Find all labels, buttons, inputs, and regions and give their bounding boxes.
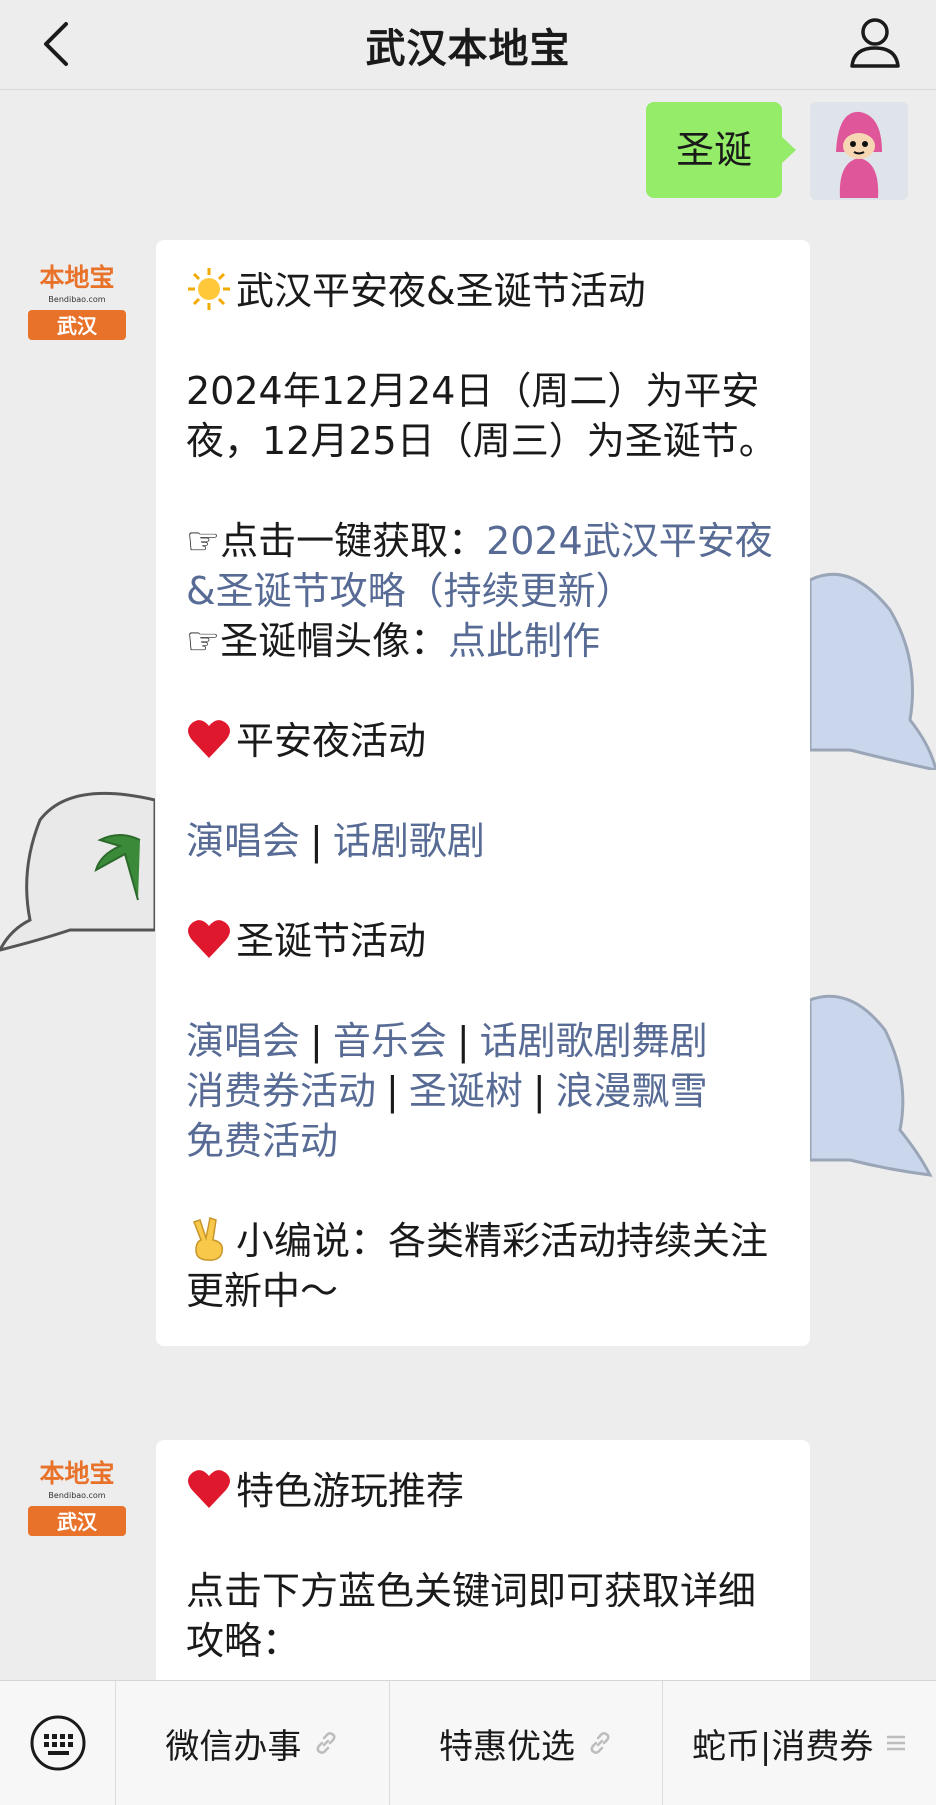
heart-icon (188, 720, 230, 758)
ghost-decoration-icon (0, 791, 155, 952)
xmas-link-coupon[interactable]: 消费券活动 (186, 1069, 376, 1113)
message-heading: 武汉平安夜&圣诞节活动 (186, 266, 780, 316)
xmas-link-music[interactable]: 音乐会 (333, 1019, 447, 1063)
ghost-decoration-icon (810, 994, 933, 1177)
my-message-bubble[interactable]: 圣诞 (645, 102, 797, 198)
bendibao-logo-icon: 本地宝 Bendibao.com 武汉 (28, 1459, 126, 1536)
link-icon (316, 1732, 336, 1754)
svg-text:武汉: 武汉 (57, 314, 98, 338)
svg-text:本地宝: 本地宝 (39, 263, 114, 292)
menu-item-wechat-services[interactable]: 微信办事 (116, 1681, 390, 1805)
eve-heading: 平安夜活动 (186, 716, 780, 766)
eve-link-drama[interactable]: 话剧歌剧 (333, 819, 485, 863)
hat-link[interactable]: 点此制作 (448, 619, 600, 663)
link-icon (590, 1732, 610, 1754)
page-title: 武汉本地宝 (365, 25, 571, 72)
back-icon[interactable] (30, 14, 90, 74)
official-account-avatar[interactable]: 本地宝 Bendibao.com 武汉 (28, 1448, 126, 1546)
profile-icon[interactable] (844, 12, 906, 74)
chat-area[interactable]: 圣诞 本地宝 Bendibao.com 武汉 武汉平安夜&圣诞节活动 2024年… (0, 90, 936, 1680)
svg-text:本地宝: 本地宝 (39, 1459, 114, 1488)
my-avatar[interactable] (810, 102, 908, 200)
my-message-row: 圣诞 (645, 102, 908, 200)
intro-text: 2024年12月24日（周二）为平安夜，12月25日（周三）为圣诞节。 (186, 369, 777, 463)
heart-icon (188, 1470, 230, 1508)
menu-lines-icon (887, 1735, 906, 1751)
message-bubble-events[interactable]: 武汉平安夜&圣诞节活动 2024年12月24日（周二）为平安夜，12月25日（周… (156, 240, 810, 1346)
keyboard-icon (30, 1715, 85, 1771)
bottom-menu: 微信办事 特惠优选 蛇币|消费券 (0, 1680, 936, 1805)
bendibao-logo-icon: 本地宝 Bendibao.com 武汉 (28, 263, 126, 340)
menu-item-deals[interactable]: 特惠优选 (390, 1681, 664, 1805)
svg-text:Bendibao.com: Bendibao.com (48, 295, 105, 304)
victory-hand-icon (193, 1217, 224, 1261)
keyboard-toggle-button[interactable] (0, 1681, 116, 1805)
svg-text:武汉: 武汉 (57, 1510, 98, 1534)
xmas-heading: 圣诞节活动 (186, 916, 780, 966)
xmas-link-concert[interactable]: 演唱会 (186, 1019, 300, 1063)
svg-text:Bendibao.com: Bendibao.com (48, 1491, 105, 1500)
hat-prefix: ☞圣诞帽头像： (186, 619, 449, 663)
xmas-links: 演唱会 | 音乐会 | 话剧歌剧舞剧 消费券活动 | 圣诞树 | 浪漫飘雪 免费活动 (186, 1019, 708, 1163)
eve-links: 演唱会 | 话剧歌剧 (186, 819, 485, 863)
recommend-text: 点击下方蓝色关键词即可获取详细攻略： (186, 1569, 757, 1663)
xmas-link-snow[interactable]: 浪漫飘雪 (556, 1069, 708, 1113)
message-heading: 特色游玩推荐 (186, 1466, 780, 1516)
cartoon-avatar-icon (810, 102, 908, 200)
guide-prefix: ☞点击一键获取： (186, 519, 487, 563)
eve-link-concert[interactable]: 演唱会 (186, 819, 300, 863)
official-account-avatar[interactable]: 本地宝 Bendibao.com 武汉 (28, 252, 126, 350)
guide-line: ☞点击一键获取：2024武汉平安夜&圣诞节攻略（持续更新） (186, 516, 780, 616)
xmas-link-tree[interactable]: 圣诞树 (409, 1069, 523, 1113)
editor-note: 小编说：各类精彩活动持续关注更新中～ (186, 1216, 780, 1316)
menu-item-coupons[interactable]: 蛇币|消费券 (663, 1681, 936, 1805)
nav-header: 武汉本地宝 (0, 0, 936, 90)
xmas-link-free[interactable]: 免费活动 (186, 1119, 338, 1163)
ghost-decoration-icon (810, 572, 936, 770)
xmas-link-drama[interactable]: 话剧歌剧舞剧 (480, 1019, 708, 1063)
hat-line: ☞圣诞帽头像：点此制作 (186, 616, 780, 666)
sun-icon (188, 268, 230, 310)
heart-icon (188, 920, 230, 958)
message-bubble-recommend[interactable]: 特色游玩推荐 点击下方蓝色关键词即可获取详细攻略： (156, 1440, 810, 1680)
